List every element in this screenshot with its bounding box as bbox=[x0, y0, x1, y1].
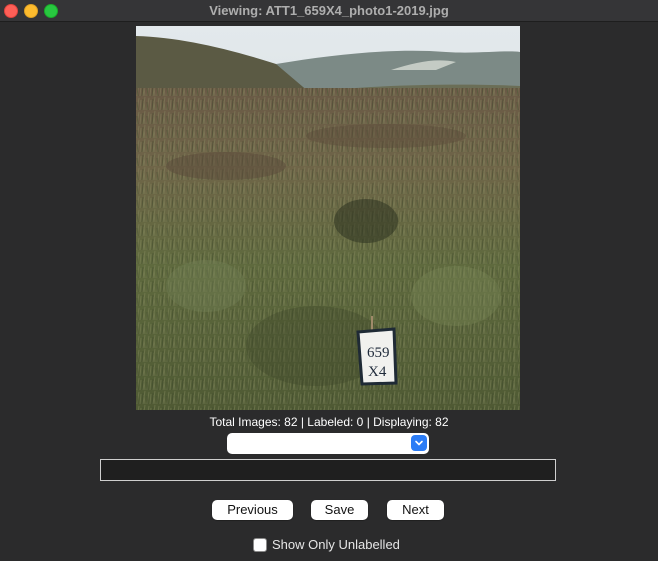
show-only-unlabelled-label: Show Only Unlabelled bbox=[272, 537, 400, 552]
image-stats-text: Total Images: 82 | Labeled: 0 | Displayi… bbox=[209, 415, 449, 429]
marker-text-line1: 659 bbox=[367, 345, 390, 361]
show-only-unlabelled-checkbox[interactable] bbox=[253, 538, 267, 552]
previous-button[interactable]: Previous bbox=[212, 500, 293, 520]
title-bar: Viewing: ATT1_659X4_photo1-2019.jpg bbox=[0, 0, 658, 22]
marker-text-line2: X4 bbox=[368, 364, 387, 380]
chevron-down-icon[interactable] bbox=[411, 435, 427, 451]
next-button[interactable]: Next bbox=[387, 500, 444, 520]
window-title: Viewing: ATT1_659X4_photo1-2019.jpg bbox=[209, 3, 449, 18]
save-button[interactable]: Save bbox=[311, 500, 368, 520]
label-text-input[interactable] bbox=[100, 459, 556, 481]
label-dropdown[interactable] bbox=[227, 433, 429, 454]
photo-viewer-image: 659 X4 bbox=[136, 26, 520, 410]
